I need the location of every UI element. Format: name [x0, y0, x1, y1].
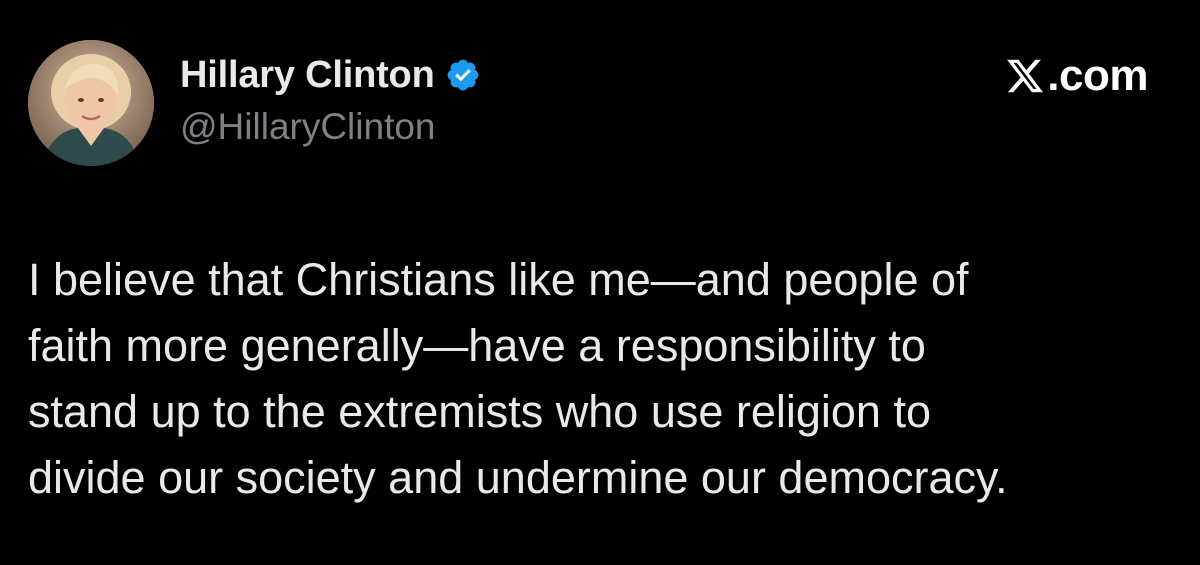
author-display-name[interactable]: Hillary Clinton: [180, 54, 435, 97]
avatar-photo-icon: [28, 40, 154, 166]
tweet-text-line: I believe that Christians like me—and pe…: [28, 254, 969, 305]
verified-badge-icon: [445, 57, 481, 93]
tweet-text-line: divide our society and undermine our dem…: [28, 452, 1008, 503]
tweet-text-line: faith more generally—have a responsibili…: [28, 320, 926, 371]
x-logo-icon: [1005, 56, 1045, 96]
author-name-row: Hillary Clinton: [180, 52, 481, 98]
tweet-header: Hillary Clinton @HillaryClinton: [180, 52, 481, 148]
tweet-text-line: stand up to the extremists who use relig…: [28, 386, 931, 437]
author-handle[interactable]: @HillaryClinton: [180, 106, 481, 148]
brand-domain-label: .com: [1047, 51, 1148, 100]
author-avatar[interactable]: [28, 40, 154, 166]
tweet-card: Hillary Clinton @HillaryClinton .com I b…: [0, 0, 1200, 565]
tweet-text: I believe that Christians like me—and pe…: [28, 247, 1178, 511]
x-brand-mark: .com: [1005, 50, 1148, 102]
